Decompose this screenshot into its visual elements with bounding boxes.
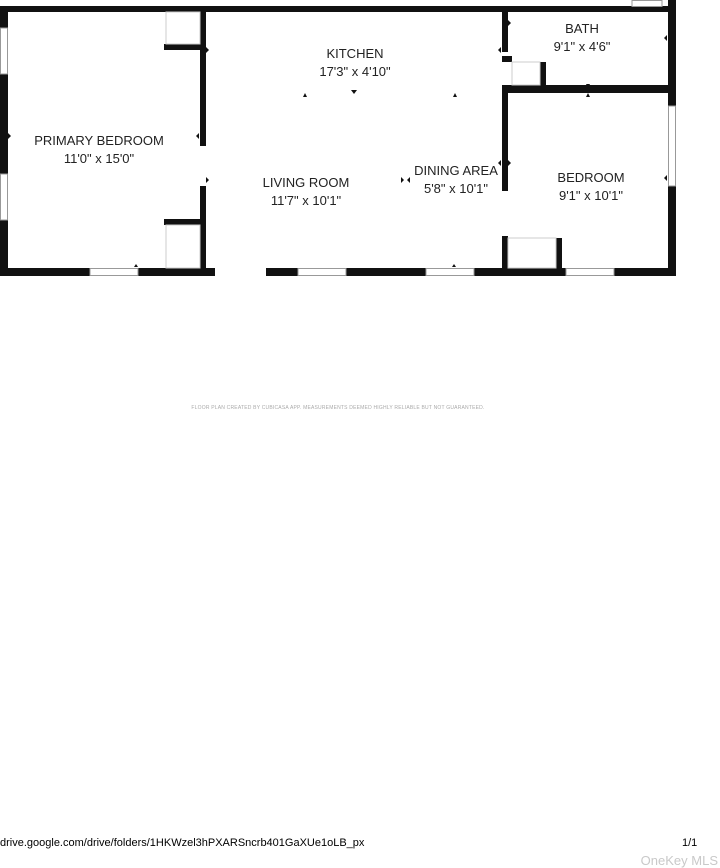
wall-bedroom-closet — [556, 238, 562, 276]
wall-interior-dining — [502, 6, 508, 52]
wall-bath-bottom — [508, 85, 672, 93]
marker — [407, 177, 410, 183]
marker — [351, 90, 357, 94]
window — [0, 27, 8, 75]
wall-interior-bedroom — [200, 6, 206, 146]
marker — [401, 177, 404, 183]
room-name: DINING AREA — [414, 163, 498, 178]
closet-door — [165, 11, 201, 45]
room-dimensions: 11'0" x 15'0" — [63, 151, 135, 166]
window — [668, 105, 676, 187]
marker — [206, 177, 209, 183]
marker — [196, 133, 199, 139]
room-name: BEDROOM — [557, 170, 625, 185]
window — [565, 268, 615, 276]
wall-closet — [164, 219, 204, 225]
marker — [664, 35, 667, 41]
marker — [453, 93, 457, 97]
wall-interior-dining — [502, 85, 508, 191]
room-bath: BATH 9'1" x 4'6" — [554, 20, 611, 56]
window — [89, 268, 139, 276]
watermark: OneKey MLS — [640, 853, 718, 868]
wall-interior-dining — [502, 236, 508, 276]
wall-bath-closet — [540, 62, 546, 88]
room-dimensions: 9'1" x 4'6" — [553, 39, 611, 54]
room-name: LIVING ROOM — [262, 175, 350, 190]
bedroom-closet — [507, 237, 557, 269]
marker — [586, 93, 590, 97]
window — [631, 0, 663, 7]
wall-interior-dining — [502, 56, 512, 62]
room-dimensions: 11'7" x 10'1" — [270, 193, 342, 208]
room-name: BATH — [565, 21, 599, 36]
room-dimensions: 9'1" x 10'1" — [558, 188, 624, 203]
room-living-room: LIVING ROOM 11'7" x 10'1" — [263, 174, 350, 210]
window — [425, 268, 475, 276]
room-dining-area: DINING AREA 5'8" x 10'1" — [414, 162, 498, 198]
window — [297, 268, 347, 276]
wall-interior-bedroom — [200, 186, 206, 276]
marker — [303, 93, 307, 97]
room-name: PRIMARY BEDROOM — [34, 133, 164, 148]
room-name: KITCHEN — [326, 46, 384, 61]
marker — [8, 133, 11, 139]
window — [0, 173, 8, 221]
marker — [498, 47, 501, 53]
bath-closet — [511, 61, 541, 86]
marker — [134, 264, 138, 267]
marker — [452, 264, 456, 267]
room-primary-bedroom: PRIMARY BEDROOM 11'0" x 15'0" — [34, 132, 164, 168]
closet-door — [165, 224, 201, 269]
marker — [206, 47, 209, 53]
footer-url: drive.google.com/drive/folders/1HKWzel3h… — [0, 837, 365, 849]
wall-exterior-top — [0, 6, 676, 12]
room-dimensions: 5'8" x 10'1" — [423, 181, 489, 196]
room-bedroom: BEDROOM 9'1" x 10'1" — [557, 169, 624, 205]
marker — [508, 160, 511, 166]
room-kitchen: KITCHEN 17'3" x 4'10" — [319, 45, 390, 81]
marker — [498, 160, 501, 166]
footer-page-number: 1/1 — [682, 837, 698, 849]
room-dimensions: 17'3" x 4'10" — [319, 64, 391, 79]
marker — [664, 175, 667, 181]
wall-closet — [164, 44, 204, 50]
disclaimer-text: FLOOR PLAN CREATED BY CUBICASA APP. MEAS… — [191, 405, 485, 411]
marker — [508, 20, 511, 26]
